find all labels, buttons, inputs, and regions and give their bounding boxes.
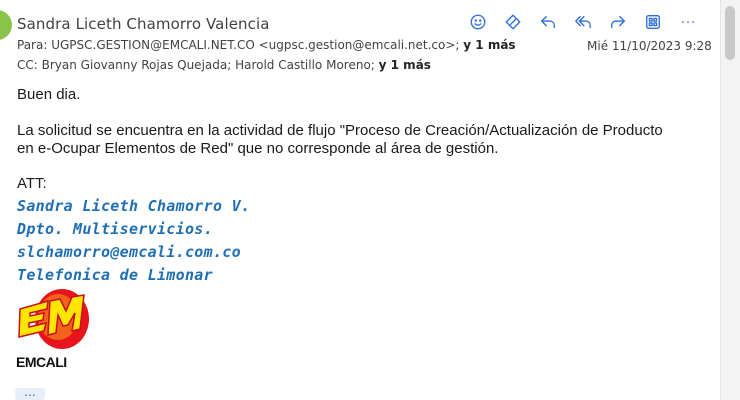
show-more-button[interactable]: ... [15, 386, 45, 400]
forward-icon [610, 15, 625, 29]
logo-text: EMCALI [16, 354, 67, 370]
apps-icon [645, 15, 660, 29]
message-paragraph: La solicitud se encuentra en la activida… [17, 122, 663, 157]
to-more-link[interactable]: y 1 más [463, 38, 515, 52]
cc-label: CC: [17, 58, 38, 72]
sent-date: Mié 11/10/2023 9:28 [587, 39, 712, 53]
to-label: Para: [17, 38, 48, 52]
forward-button[interactable] [600, 10, 635, 34]
reply-icon [540, 15, 555, 29]
more-actions-button[interactable] [670, 10, 705, 34]
reply-all-icon [574, 15, 591, 29]
message-toolbar [460, 10, 705, 34]
greeting-text: Buen dia. [17, 86, 81, 103]
sender-avatar[interactable] [0, 10, 12, 40]
cc-recipient[interactable]: Bryan Giovanny Rojas Quejada; Harold Cas… [42, 58, 375, 72]
sender-name[interactable]: Sandra Liceth Chamorro Valencia [17, 15, 270, 33]
more-icon [681, 21, 694, 23]
signature-name: Sandra Liceth Chamorro V. [17, 197, 251, 215]
cc-recipients: CC: Bryan Giovanny Rojas Quejada; Harold… [17, 58, 431, 72]
signature-department: Dpto. Multiservicios. [17, 220, 213, 238]
emoji-reaction-button[interactable] [460, 10, 495, 34]
tag-icon [505, 14, 520, 30]
scrollbar-thumb[interactable] [725, 6, 735, 60]
signature-email[interactable]: slchamorro@emcali.com.co [17, 243, 241, 261]
to-recipient[interactable]: UGPSC.GESTION@EMCALI.NET.CO <ugpsc.gesti… [51, 38, 459, 52]
scrollbar-track[interactable] [720, 0, 740, 400]
categorize-button[interactable] [495, 10, 530, 34]
to-recipients: Para: UGPSC.GESTION@EMCALI.NET.CO <ugpsc… [17, 38, 516, 52]
att-label: ATT: [17, 175, 47, 192]
reply-all-button[interactable] [565, 10, 600, 34]
signature-location: Telefonica de Limonar [17, 266, 213, 284]
emoji-icon [470, 14, 485, 30]
reply-button[interactable] [530, 10, 565, 34]
cc-more-link[interactable]: y 1 más [379, 58, 431, 72]
apps-button[interactable] [635, 10, 670, 34]
